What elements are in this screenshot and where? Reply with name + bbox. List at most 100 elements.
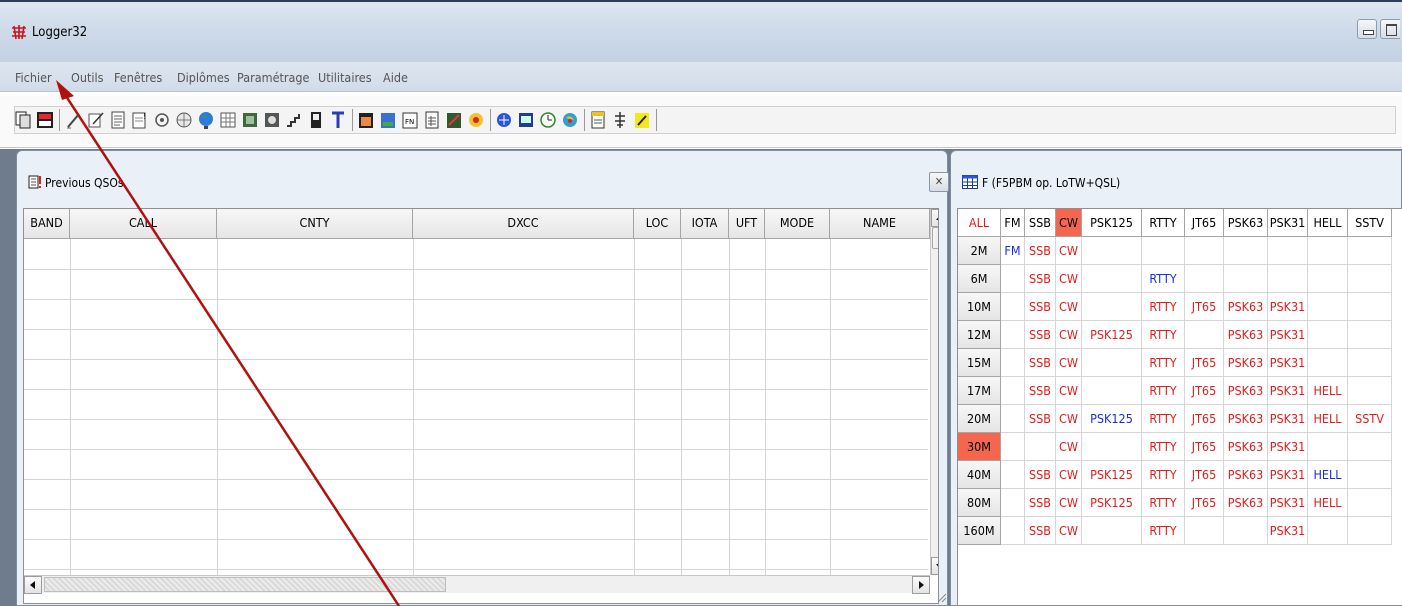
band-mode-cell[interactable]: SSB: [1025, 293, 1056, 321]
scroll-left-button[interactable]: [24, 576, 42, 594]
band-mode-cell[interactable]: [1025, 433, 1056, 461]
band-mode-cell[interactable]: PSK31: [1268, 405, 1308, 433]
mode-header-psk31[interactable]: PSK31: [1268, 209, 1308, 237]
band-mode-cell[interactable]: CW: [1056, 489, 1082, 517]
column-header-uft[interactable]: UFT: [729, 209, 765, 239]
band-mode-cell[interactable]: HELL: [1308, 405, 1348, 433]
band-mode-cell[interactable]: [1082, 349, 1142, 377]
scroll-right-button[interactable]: [912, 576, 930, 594]
band-mode-cell[interactable]: [1308, 265, 1348, 293]
band-mode-cell[interactable]: [1082, 377, 1142, 405]
maximize-button[interactable]: [1380, 19, 1400, 39]
launcher-icon[interactable]: [633, 110, 651, 130]
mode-header-hell[interactable]: HELL: [1308, 209, 1348, 237]
band-mode-cell[interactable]: PSK63: [1224, 349, 1268, 377]
band-mode-cell[interactable]: PSK63: [1224, 293, 1268, 321]
vertical-scroll-thumb[interactable]: [932, 227, 938, 249]
menu-fichier[interactable]: Fichier: [15, 70, 52, 85]
band-mode-cell[interactable]: [1348, 489, 1392, 517]
band-mode-cell[interactable]: JT65: [1185, 433, 1224, 461]
band-label-40m[interactable]: 40M: [958, 461, 1001, 489]
band-mode-cell[interactable]: PSK63: [1224, 489, 1268, 517]
band-label-17m[interactable]: 17M: [958, 377, 1001, 405]
band-mode-cell[interactable]: [1348, 321, 1392, 349]
band-mode-cell[interactable]: JT65: [1185, 377, 1224, 405]
band-mode-cell[interactable]: [1001, 377, 1025, 405]
band-mode-cell[interactable]: [1348, 517, 1392, 545]
band-mode-cell[interactable]: RTTY: [1142, 461, 1185, 489]
mode-header-fm[interactable]: FM: [1001, 209, 1025, 237]
band-mode-cell[interactable]: HELL: [1308, 489, 1348, 517]
band-mode-cell[interactable]: PSK63: [1224, 377, 1268, 405]
band-mode-cell[interactable]: [1001, 265, 1025, 293]
tree-icon[interactable]: [611, 110, 629, 130]
band-mode-cell[interactable]: [1308, 349, 1348, 377]
band-mode-cell[interactable]: PSK125: [1082, 461, 1142, 489]
antenna-icon[interactable]: [153, 110, 171, 130]
band-mode-cell[interactable]: CW: [1056, 293, 1082, 321]
band-mode-cell[interactable]: CW: [1056, 377, 1082, 405]
minimize-button[interactable]: [1357, 19, 1377, 39]
band-mode-cell[interactable]: [1001, 405, 1025, 433]
mode-header-sstv[interactable]: SSTV: [1348, 209, 1392, 237]
band-mode-cell[interactable]: RTTY: [1142, 517, 1185, 545]
band-mode-cell[interactable]: RTTY: [1142, 265, 1185, 293]
band-mode-cell[interactable]: RTTY: [1142, 321, 1185, 349]
scroll-down-button[interactable]: [931, 557, 938, 575]
menu-diplomes[interactable]: Diplômes: [177, 70, 230, 85]
mode-header-cw[interactable]: CW: [1056, 209, 1082, 237]
band-mode-cell[interactable]: CW: [1056, 461, 1082, 489]
band-mode-cell[interactable]: HELL: [1308, 461, 1348, 489]
band-mode-cell[interactable]: [1001, 321, 1025, 349]
band-mode-cell[interactable]: RTTY: [1142, 377, 1185, 405]
mode-header-jt65[interactable]: JT65: [1185, 209, 1224, 237]
radio-icon[interactable]: [175, 110, 193, 130]
band-mode-cell[interactable]: [1082, 517, 1142, 545]
column-header-band[interactable]: BAND: [24, 209, 70, 239]
column-header-loc[interactable]: LOC: [634, 209, 681, 239]
stairs-icon[interactable]: [285, 110, 303, 130]
edit-icon[interactable]: [87, 110, 105, 130]
band-mode-cell[interactable]: PSK31: [1268, 377, 1308, 405]
band-mode-cell[interactable]: [1348, 433, 1392, 461]
band-mode-cell[interactable]: [1348, 265, 1392, 293]
document-icon[interactable]: [109, 110, 127, 130]
band-mode-cell[interactable]: [1001, 517, 1025, 545]
mode-header-rtty[interactable]: RTTY: [1142, 209, 1185, 237]
satellite-icon[interactable]: [445, 110, 463, 130]
resize-grip-icon[interactable]: [935, 591, 947, 603]
band-mode-cell[interactable]: PSK31: [1268, 321, 1308, 349]
band-mode-cell[interactable]: [1308, 433, 1348, 461]
menu-utilitaires[interactable]: Utilitaires: [318, 70, 372, 85]
band-mode-cell[interactable]: RTTY: [1142, 293, 1185, 321]
band-label-12m[interactable]: 12M: [958, 321, 1001, 349]
cluster-icon[interactable]: [495, 110, 513, 130]
menu-fenetres[interactable]: Fenêtres: [114, 70, 162, 85]
band-mode-cell[interactable]: [1308, 293, 1348, 321]
band-mode-cell[interactable]: JT65: [1185, 461, 1224, 489]
band-mode-cell[interactable]: PSK63: [1224, 433, 1268, 461]
column-header-mode[interactable]: MODE: [765, 209, 830, 239]
band-mode-cell[interactable]: HELL: [1308, 377, 1348, 405]
band-mode-cell[interactable]: PSK31: [1268, 433, 1308, 461]
mode-header-ssb[interactable]: SSB: [1025, 209, 1056, 237]
globe-icon[interactable]: [197, 110, 215, 130]
band-mode-cell[interactable]: PSK63: [1224, 461, 1268, 489]
band-mode-cell[interactable]: CW: [1056, 237, 1082, 265]
band-mode-cell[interactable]: PSK31: [1268, 293, 1308, 321]
band-mode-cell[interactable]: JT65: [1185, 405, 1224, 433]
column-header-call[interactable]: CALL: [70, 209, 217, 239]
copy-icon[interactable]: [14, 110, 32, 130]
band-mode-cell[interactable]: PSK31: [1268, 349, 1308, 377]
band-mode-cell[interactable]: [1348, 377, 1392, 405]
mode-header-all[interactable]: ALL: [958, 209, 1001, 237]
vertical-scrollbar[interactable]: [930, 209, 938, 575]
band-mode-cell[interactable]: SSB: [1025, 349, 1056, 377]
band-mode-cell[interactable]: CW: [1056, 405, 1082, 433]
scroll-up-button[interactable]: [931, 209, 938, 227]
band-mode-cell[interactable]: SSB: [1025, 265, 1056, 293]
pen-icon[interactable]: [65, 110, 83, 130]
band-mode-cell[interactable]: [1224, 265, 1268, 293]
band-mode-cell[interactable]: [1268, 237, 1308, 265]
notes-icon[interactable]: !: [131, 110, 149, 130]
